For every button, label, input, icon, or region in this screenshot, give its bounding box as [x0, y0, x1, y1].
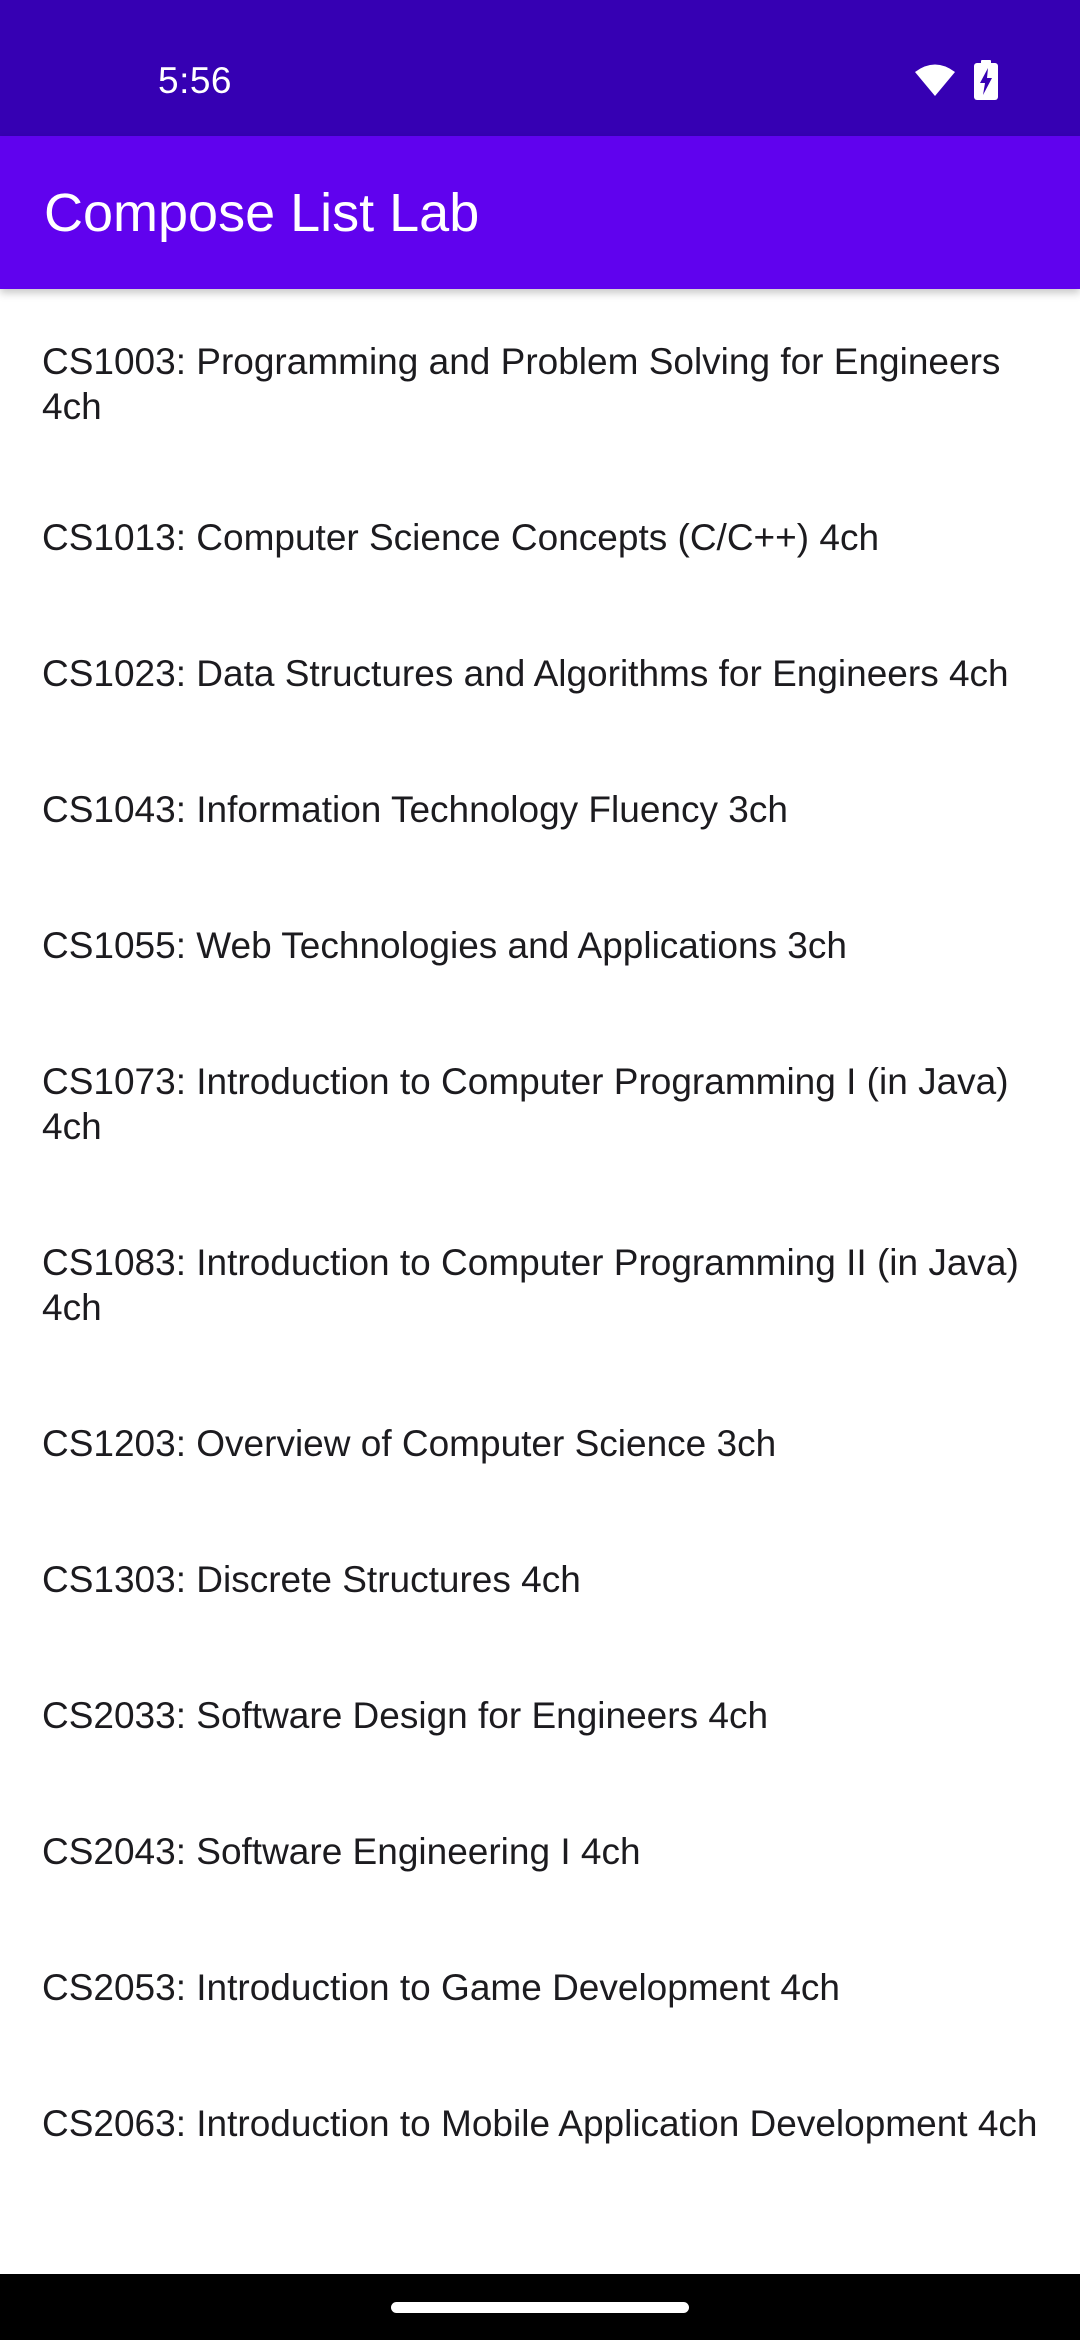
home-gesture-handle[interactable] [391, 2302, 689, 2313]
status-icons [914, 59, 998, 105]
course-list-item[interactable]: CS1013: Computer Science Concepts (C/C++… [42, 515, 1050, 560]
wifi-icon [914, 63, 956, 102]
course-list-item[interactable]: CS1023: Data Structures and Algorithms f… [42, 651, 1050, 696]
top-app-bar: Compose List Lab [0, 136, 1080, 289]
course-list-item[interactable]: CS2033: Software Design for Engineers 4c… [42, 1693, 1050, 1738]
course-list-item[interactable]: CS1055: Web Technologies and Application… [42, 923, 1050, 968]
course-list[interactable]: CS1003: Programming and Problem Solving … [0, 289, 1080, 2274]
battery-charging-icon [974, 59, 998, 105]
navigation-bar [0, 2274, 1080, 2340]
status-time: 5:56 [158, 60, 233, 101]
course-list-item[interactable]: CS2043: Software Engineering I 4ch [42, 1829, 1050, 1874]
course-list-item[interactable]: CS1303: Discrete Structures 4ch [42, 1557, 1050, 1602]
course-list-item[interactable]: CS1203: Overview of Computer Science 3ch [42, 1421, 1050, 1466]
course-list-item[interactable]: CS2053: Introduction to Game Development… [42, 1965, 1050, 2010]
course-list-item[interactable]: CS1003: Programming and Problem Solving … [42, 339, 1050, 429]
course-list-item[interactable]: CS1083: Introduction to Computer Program… [42, 1240, 1050, 1330]
course-list-item[interactable]: CS1073: Introduction to Computer Program… [42, 1059, 1050, 1149]
status-bar: 5:56 [0, 0, 1080, 136]
app-title: Compose List Lab [44, 183, 480, 243]
course-list-item[interactable]: CS1043: Information Technology Fluency 3… [42, 787, 1050, 832]
course-list-item[interactable]: CS2063: Introduction to Mobile Applicati… [42, 2101, 1050, 2146]
